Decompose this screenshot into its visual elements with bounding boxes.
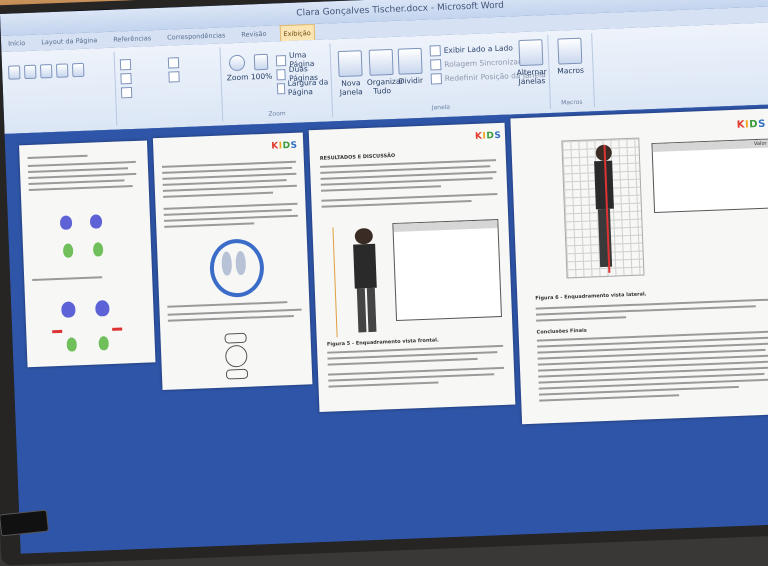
foot-icon	[61, 301, 76, 318]
side-by-side-icon	[429, 45, 441, 57]
side-by-side-button[interactable]: Exibir Lado a Lado	[429, 42, 514, 57]
foot-icon	[95, 300, 110, 317]
child-head	[354, 227, 374, 245]
section-heading: RESULTADOS E DISCUSSÃO	[319, 152, 396, 162]
full-screen-icon[interactable]	[23, 64, 37, 80]
measurement-table	[392, 219, 502, 322]
arrange-all-icon	[368, 48, 394, 76]
switch-windows-button[interactable]: Alternar Janelas	[515, 39, 547, 86]
foot-icon	[66, 337, 78, 352]
page-1[interactable]	[19, 140, 156, 368]
sync-scroll-button[interactable]: Rolagem Sincronizada	[430, 56, 528, 71]
macros-button[interactable]: Macros	[553, 37, 586, 76]
page-width-button[interactable]: Largura da Página	[276, 77, 332, 97]
outline-icon[interactable]	[55, 63, 69, 78]
page-width-icon	[276, 82, 285, 94]
figure-caption: Figura 5 - Enquadramento vista frontal.	[326, 337, 439, 348]
thumbnails-checkbox[interactable]	[168, 71, 180, 83]
kids-logo: KIDS	[736, 118, 767, 131]
foot-icon	[59, 215, 73, 230]
foot-icon	[62, 243, 74, 258]
pressure-icon	[224, 344, 248, 368]
group-document-views	[1, 51, 118, 130]
gridlines-checkbox[interactable]	[120, 73, 132, 85]
page-3[interactable]: KIDS RESULTADOS E DISCUSSÃO Figura 5 - E…	[308, 122, 516, 413]
measurement-table: Valor	[651, 138, 768, 214]
sync-scroll-icon	[430, 59, 442, 71]
page-4[interactable]: KIDS Valor Figura 6 - Enquadramento vist…	[510, 108, 768, 425]
switch-windows-icon	[518, 39, 544, 67]
document-area[interactable]: KIDS KIDS RESULTADOS E DISCUSSÃO Figura …	[4, 103, 768, 554]
zoom-100-button[interactable]: 100%	[250, 53, 273, 82]
group-show-hide	[113, 47, 224, 126]
kids-logo: KIDS	[474, 130, 502, 142]
window-group-label: Janela	[431, 103, 451, 112]
tab-exibicao[interactable]: Exibição	[279, 23, 316, 42]
page-2[interactable]: KIDS	[152, 132, 313, 391]
group-window: Nova Janela Organizar Tudo Dividir Exibi…	[329, 34, 552, 118]
zoom-group-label: Zoom	[268, 110, 286, 118]
figure-caption: Figura 6 - Enquadramento vista lateral.	[535, 291, 647, 302]
new-window-button[interactable]: Nova Janela	[336, 50, 366, 97]
kids-logo: KIDS	[271, 140, 298, 152]
new-window-icon	[337, 50, 363, 78]
word-window: Clara Gonçalves Tischer.docx - Microsoft…	[0, 0, 768, 554]
foot-icon	[98, 336, 109, 351]
split-button[interactable]: Dividir	[396, 47, 425, 86]
zoom-button[interactable]: Zoom	[224, 54, 251, 82]
ruler-checkbox[interactable]	[119, 59, 132, 71]
group-zoom: Zoom 100% Uma Página Duas Páginas Largur…	[219, 43, 334, 122]
tab-inicio[interactable]: Início	[5, 35, 29, 52]
split-icon	[397, 47, 423, 75]
reset-position-icon	[430, 73, 443, 85]
doc-map-checkbox[interactable]	[167, 57, 180, 69]
message-bar-checkbox[interactable]	[120, 86, 133, 99]
draft-icon[interactable]	[71, 62, 85, 78]
section-heading: Conclusões Finais	[536, 327, 587, 336]
group-macros: Macros Macros	[547, 33, 596, 109]
macros-group-label: Macros	[561, 98, 583, 107]
arrange-all-button[interactable]: Organizar Tudo	[366, 48, 404, 96]
child-body	[353, 243, 377, 289]
macros-icon	[557, 37, 583, 65]
print-layout-icon[interactable]	[7, 65, 21, 80]
page-100-icon	[253, 53, 269, 71]
tab-revisao[interactable]: Revisão	[238, 26, 270, 43]
tab-referencias[interactable]: Referências	[110, 30, 155, 48]
foot-icon	[92, 242, 104, 257]
magnifier-icon	[228, 54, 246, 72]
foot-icon	[89, 214, 103, 229]
web-layout-icon[interactable]	[39, 64, 53, 79]
